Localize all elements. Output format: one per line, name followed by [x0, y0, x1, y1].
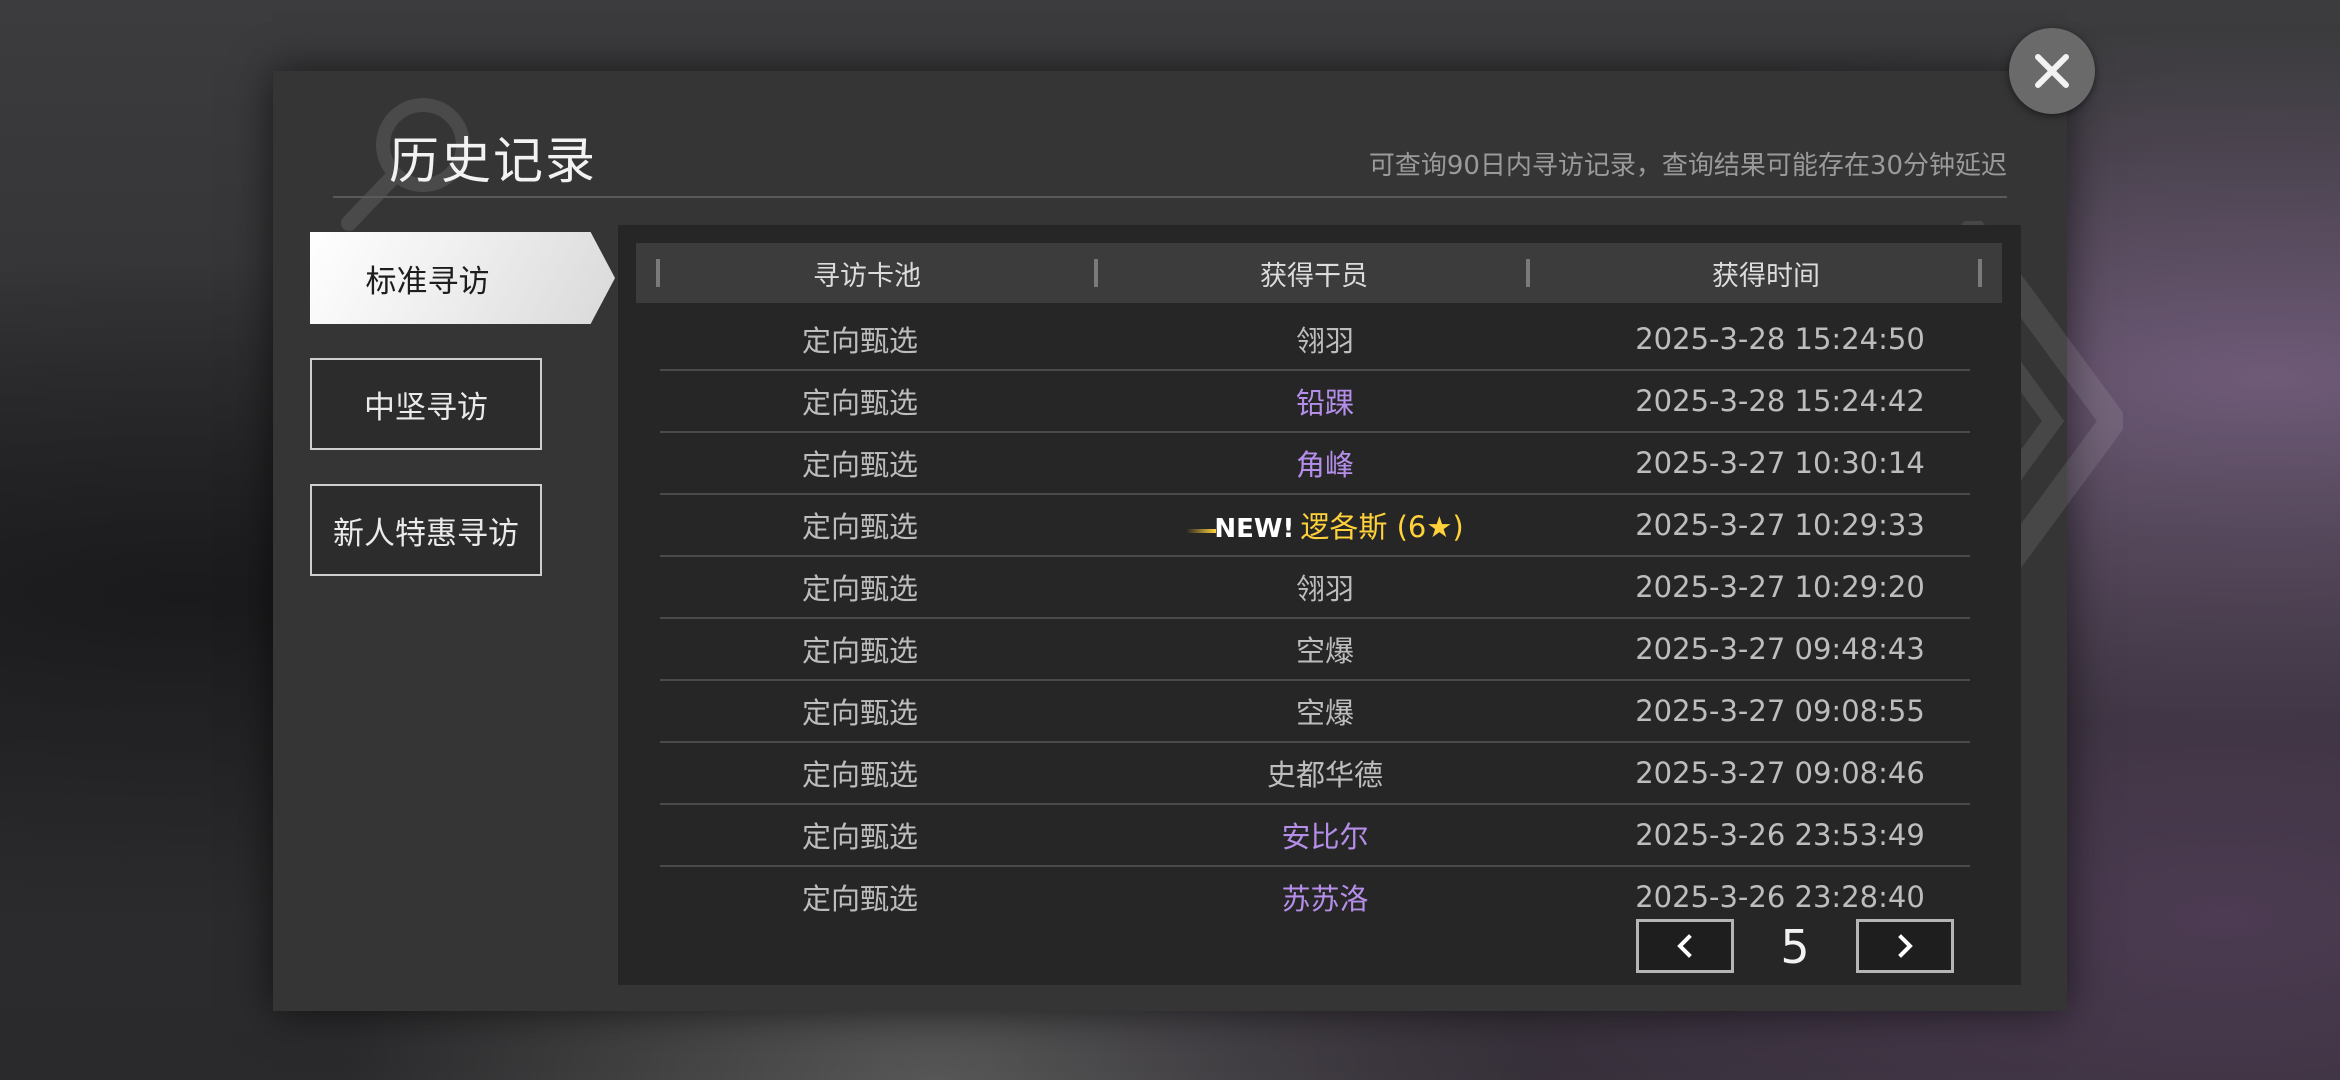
time-cell: 2025-3-27 09:08:46: [1635, 756, 1925, 790]
tab-label: 新人特惠寻访: [333, 515, 519, 552]
history-dialog: 历史记录 可查询90日内寻访记录，查询结果可能存在30分钟延迟 标准寻访 中坚寻…: [273, 71, 2123, 1011]
table-header: 寻访卡池 获得干员 获得时间: [636, 243, 2002, 303]
records-panel: 寻访卡池 获得干员 获得时间 定向甄选 翎羽 2025-3-28 15:24:5…: [618, 225, 2021, 985]
operator-cell: NEW! 逻各斯 (6★): [1060, 504, 1590, 546]
header-separator: [1978, 259, 1982, 287]
pagination: 5: [1636, 919, 1954, 975]
operator-cell: 空爆: [1295, 634, 1354, 668]
tab-newbie-headhunting[interactable]: 新人特惠寻访: [310, 484, 542, 576]
operator-cell: 史都华德: [1266, 758, 1383, 792]
close-icon: [2035, 54, 2069, 88]
pool-cell: 定向甄选: [801, 634, 918, 668]
operator-name: 逻各斯 (6★): [1300, 510, 1464, 544]
pool-cell: 定向甄选: [801, 882, 918, 916]
table-row: 定向甄选 苏苏洛 2025-3-26 23:28:40: [660, 867, 1970, 927]
table-row: 定向甄选 史都华德 2025-3-27 09:08:46: [660, 743, 1970, 805]
page-number: 5: [1780, 920, 1810, 974]
chevron-left-icon: [1677, 934, 1692, 958]
operator-cell: 铅踝: [1295, 386, 1354, 420]
records-list: 定向甄选 翎羽 2025-3-28 15:24:50 定向甄选 铅踝 2025-…: [660, 309, 1970, 927]
table-row: 定向甄选 空爆 2025-3-27 09:08:55: [660, 681, 1970, 743]
pool-cell: 定向甄选: [801, 324, 918, 358]
new-badge: NEW!: [1186, 514, 1294, 544]
pool-cell: 定向甄选: [801, 696, 918, 730]
time-cell: 2025-3-27 09:08:55: [1635, 694, 1925, 728]
pool-cell: 定向甄选: [801, 448, 918, 482]
header-separator: [656, 259, 660, 287]
close-button[interactable]: [2009, 28, 2095, 114]
pool-cell: 定向甄选: [801, 510, 918, 544]
operator-cell: 苏苏洛: [1281, 882, 1369, 916]
column-header-pool: 寻访卡池: [636, 243, 1098, 303]
table-row: 定向甄选 空爆 2025-3-27 09:48:43: [660, 619, 1970, 681]
title-divider: [333, 196, 2007, 198]
dialog-subtitle: 可查询90日内寻访记录，查询结果可能存在30分钟延迟: [1368, 151, 2007, 181]
column-header-operator: 获得干员: [1098, 243, 1530, 303]
operator-cell: 角峰: [1295, 448, 1354, 482]
time-cell: 2025-3-28 15:24:42: [1635, 384, 1925, 418]
time-cell: 2025-3-26 23:53:49: [1635, 818, 1925, 852]
next-page-button[interactable]: [1856, 919, 1954, 973]
tab-kernel-headhunting[interactable]: 中坚寻访: [310, 358, 542, 450]
time-cell: 2025-3-27 10:30:14: [1635, 446, 1925, 480]
operator-cell: 翎羽: [1295, 572, 1354, 606]
pool-cell: 定向甄选: [801, 820, 918, 854]
table-row: 定向甄选 铅踝 2025-3-28 15:24:42: [660, 371, 1970, 433]
dialog-title: 历史记录: [389, 132, 597, 190]
table-row: 定向甄选 NEW! 逻各斯 (6★) 2025-3-27 10:29:33: [660, 495, 1970, 557]
pool-cell: 定向甄选: [801, 572, 918, 606]
table-row: 定向甄选 翎羽 2025-3-27 10:29:20: [660, 557, 1970, 619]
time-cell: 2025-3-27 10:29:20: [1635, 570, 1925, 604]
prev-page-button[interactable]: [1636, 919, 1734, 973]
pool-cell: 定向甄选: [801, 758, 918, 792]
table-row: 定向甄选 角峰 2025-3-27 10:30:14: [660, 433, 1970, 495]
column-header-time: 获得时间: [1530, 243, 2002, 303]
tab-standard-headhunting[interactable]: 标准寻访: [310, 232, 615, 324]
operator-cell: 翎羽: [1295, 324, 1354, 358]
time-cell: 2025-3-27 10:29:33: [1635, 508, 1925, 542]
tab-label: 中坚寻访: [364, 389, 488, 426]
time-cell: 2025-3-27 09:48:43: [1635, 632, 1925, 666]
time-cell: 2025-3-26 23:28:40: [1635, 880, 1925, 914]
operator-cell: 空爆: [1295, 696, 1354, 730]
chevron-right-icon: [1898, 934, 1913, 958]
time-cell: 2025-3-28 15:24:50: [1635, 322, 1925, 356]
pool-cell: 定向甄选: [801, 386, 918, 420]
table-row: 定向甄选 翎羽 2025-3-28 15:24:50: [660, 309, 1970, 371]
table-row: 定向甄选 安比尔 2025-3-26 23:53:49: [660, 805, 1970, 867]
tab-label: 标准寻访: [365, 263, 490, 300]
operator-cell: 安比尔: [1281, 820, 1369, 854]
